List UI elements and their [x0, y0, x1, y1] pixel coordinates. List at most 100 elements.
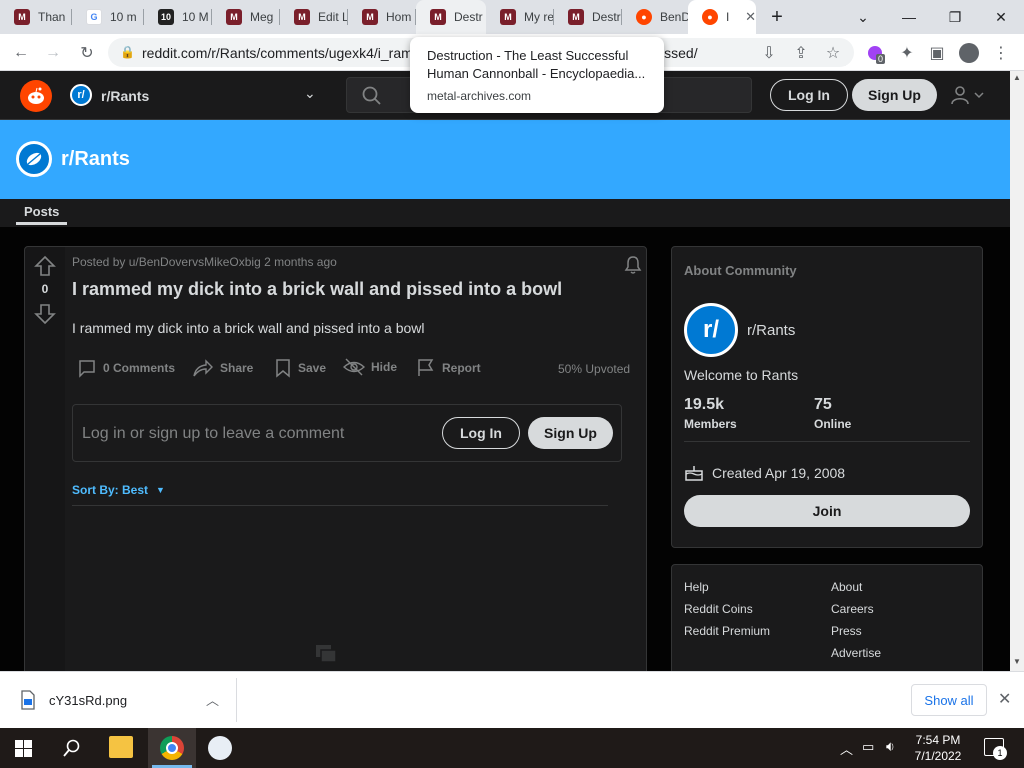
- vote-count: 0: [41, 282, 49, 296]
- restore-button[interactable]: ❐: [932, 0, 978, 34]
- scroll-up-icon[interactable]: ▲: [1013, 73, 1021, 82]
- close-window-button[interactable]: ✕: [978, 0, 1024, 34]
- community-title: r/Rants: [61, 148, 130, 170]
- extension-badge-icon[interactable]: 0: [862, 40, 888, 66]
- reddit-icon: ●: [702, 9, 718, 25]
- upvote-ratio: 50% Upvoted: [558, 362, 631, 376]
- page-scrollbar[interactable]: ▲ ▼: [1010, 71, 1024, 671]
- download-filename[interactable]: cY31sRd.png: [49, 693, 127, 708]
- google-icon: G: [86, 9, 102, 25]
- join-button[interactable]: Join: [684, 495, 970, 527]
- post-title[interactable]: I rammed my dick into a brick wall and p…: [72, 279, 562, 300]
- show-all-button[interactable]: Show all: [911, 684, 987, 716]
- browser-tab[interactable]: ● BenD: [622, 0, 688, 34]
- clock[interactable]: 7:54 PM 7/1/2022: [912, 732, 964, 764]
- lock-icon: 🔒: [120, 45, 135, 59]
- tab-posts[interactable]: Posts: [16, 204, 68, 225]
- comment-signup-button[interactable]: Sign Up: [528, 417, 613, 449]
- tab-hover-card: Destruction - The Least Successful Human…: [410, 37, 664, 113]
- footer-link-advertise[interactable]: Advertise: [831, 646, 881, 660]
- scroll-down-icon[interactable]: ▼: [1013, 657, 1021, 666]
- user-menu-icon[interactable]: [950, 85, 986, 110]
- taskbar-chrome-active[interactable]: [148, 728, 196, 768]
- share-button[interactable]: Share: [192, 358, 253, 378]
- reddit-logo-icon[interactable]: [20, 80, 52, 112]
- footer-link-press[interactable]: Press: [831, 624, 862, 638]
- chevron-down-icon[interactable]: ⌄: [304, 85, 316, 102]
- volume-icon[interactable]: 🔉︎: [886, 738, 895, 755]
- comment-login-button[interactable]: Log In: [442, 417, 520, 449]
- search-icon: [362, 86, 381, 105]
- tray-chevron-up-icon[interactable]: ︿: [840, 739, 853, 758]
- about-heading: About Community: [684, 263, 797, 278]
- community-large-icon: r/: [684, 303, 738, 357]
- about-community-name[interactable]: r/Rants: [747, 322, 795, 339]
- extensions-puzzle-icon[interactable]: ✦: [894, 40, 920, 66]
- metal-archives-icon: M: [294, 9, 310, 25]
- divider: [236, 678, 237, 722]
- browser-tab-strip: M Than G 10 m 10 10 M M Meg M Edit L M Hom M De…: [0, 0, 1024, 34]
- menu-kebab-icon[interactable]: ⋮: [988, 40, 1014, 66]
- metal-archives-icon: M: [362, 9, 378, 25]
- paint-app-icon[interactable]: [208, 736, 232, 760]
- bookmark-star-icon[interactable]: ☆: [820, 40, 846, 66]
- footer-link-careers[interactable]: Careers: [831, 602, 874, 616]
- post-body: I rammed my dick into a brick wall and p…: [72, 320, 425, 336]
- minimize-button[interactable]: —: [886, 0, 932, 34]
- login-button[interactable]: Log In: [770, 79, 848, 111]
- footer-link-help[interactable]: Help: [684, 580, 709, 594]
- community-switcher-label[interactable]: r/Rants: [101, 88, 149, 104]
- notifications-icon[interactable]: 1: [984, 738, 1007, 760]
- upvote-icon[interactable]: [34, 255, 56, 277]
- windows-start-icon[interactable]: [15, 740, 32, 757]
- back-icon[interactable]: ←: [8, 40, 34, 66]
- save-button[interactable]: Save: [274, 358, 326, 378]
- footer-link-about[interactable]: About: [831, 580, 862, 594]
- browser-tab[interactable]: M Destr: [554, 0, 622, 34]
- new-tab-button[interactable]: +: [754, 0, 800, 34]
- footer-links-card: Help Reddit Coins Reddit Premium About C…: [671, 564, 983, 684]
- chevron-up-icon[interactable]: ︿: [206, 690, 219, 709]
- browser-tab[interactable]: M My re: [486, 0, 554, 34]
- install-app-icon[interactable]: ⇩: [756, 40, 782, 66]
- file-explorer-icon[interactable]: [109, 736, 133, 758]
- comments-button[interactable]: 0 Comments: [77, 358, 175, 378]
- browser-tab[interactable]: M Hom: [348, 0, 416, 34]
- post-card: 0 Posted by u/BenDovervsMikeOxbig 2 mont…: [24, 246, 647, 676]
- downvote-icon[interactable]: [34, 303, 56, 325]
- footer-link-coins[interactable]: Reddit Coins: [684, 602, 753, 616]
- notification-bell-icon[interactable]: [623, 255, 643, 275]
- chrome-icon: [160, 736, 184, 760]
- tab-search-icon[interactable]: ⌄: [840, 0, 886, 34]
- flag-icon: [418, 359, 434, 376]
- hide-eye-icon: [343, 358, 365, 376]
- network-icon[interactable]: ▭: [862, 739, 874, 755]
- browser-tab[interactable]: G 10 m: [72, 0, 144, 34]
- report-button[interactable]: Report: [416, 358, 481, 378]
- hide-button[interactable]: Hide: [343, 358, 397, 376]
- forward-icon[interactable]: →: [40, 40, 66, 66]
- side-panel-icon[interactable]: ▣: [924, 40, 950, 66]
- footer-link-premium[interactable]: Reddit Premium: [684, 624, 770, 638]
- signup-button[interactable]: Sign Up: [852, 79, 937, 111]
- share-icon[interactable]: ⇪: [788, 40, 814, 66]
- browser-tab[interactable]: 10 10 M: [144, 0, 212, 34]
- browser-tab[interactable]: M Meg: [212, 0, 280, 34]
- profile-icon[interactable]: [956, 40, 982, 66]
- members-label: Members: [684, 417, 737, 431]
- online-count: 75: [814, 396, 832, 413]
- members-count: 19.5k: [684, 396, 725, 413]
- browser-tab[interactable]: M Destr: [416, 0, 486, 34]
- browser-tab[interactable]: M Edit L: [280, 0, 348, 34]
- browser-tab-active[interactable]: ● I ✕: [688, 0, 756, 34]
- close-download-bar-icon[interactable]: ✕: [998, 689, 1011, 709]
- metal-archives-icon: M: [14, 9, 30, 25]
- windows-taskbar: ︿ ▭ 🔉︎ 7:54 PM 7/1/2022 1: [0, 728, 1024, 768]
- caret-down-icon: ▼: [156, 485, 165, 495]
- browser-tab[interactable]: M Than: [0, 0, 72, 34]
- reload-icon[interactable]: ↻: [74, 40, 100, 66]
- sort-dropdown[interactable]: Sort By: Best ▼: [72, 483, 165, 497]
- taskbar-search-icon[interactable]: [63, 739, 81, 757]
- metal-archives-icon: M: [430, 9, 446, 25]
- post-meta[interactable]: Posted by u/BenDovervsMikeOxbig 2 months…: [72, 255, 337, 269]
